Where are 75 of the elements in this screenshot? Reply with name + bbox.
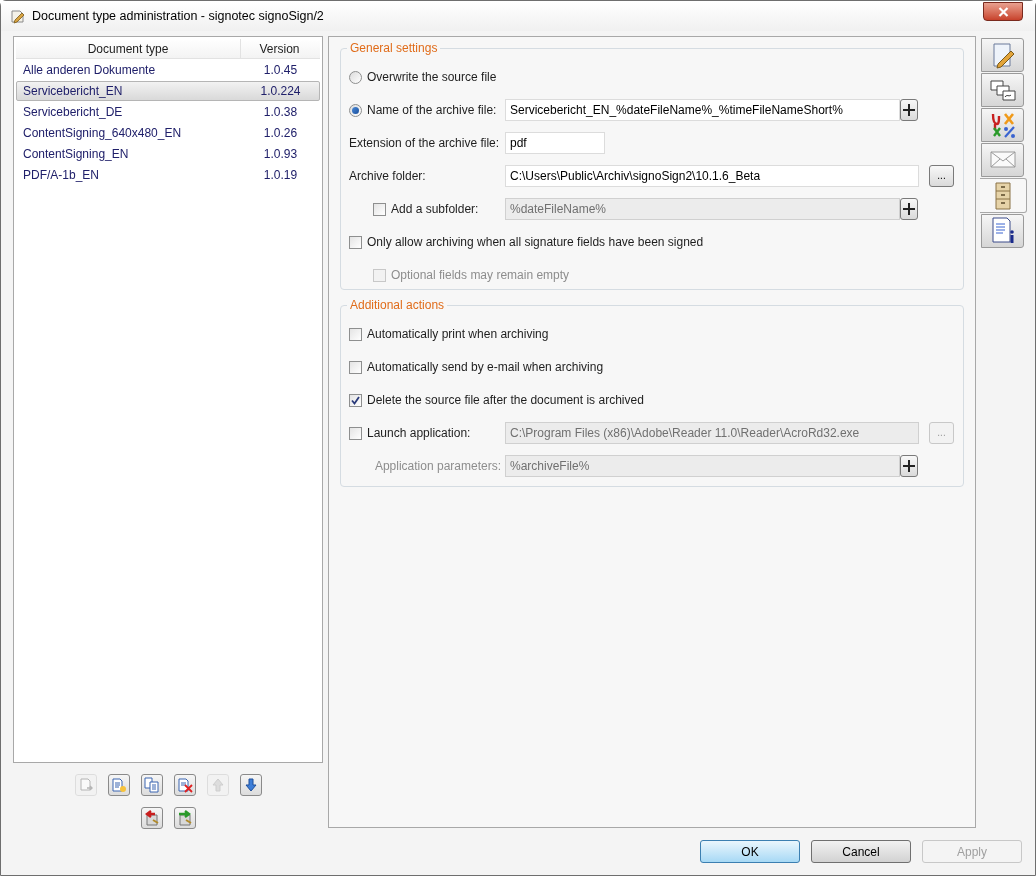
plus-icon	[903, 203, 915, 215]
document-name: ContentSigning_640x480_EN	[22, 125, 183, 142]
radio-button[interactable]	[349, 103, 362, 117]
radio-label: Name of the archive file:	[367, 102, 497, 119]
radio-button[interactable]	[349, 70, 362, 84]
list-row[interactable]: Servicebericht_EN 1.0.224	[16, 81, 320, 101]
column-header[interactable]: Document type	[16, 39, 241, 58]
close-icon	[997, 6, 1009, 17]
version-number: 1.0.224	[259, 83, 302, 100]
document-name: Alle anderen Dokumente	[22, 62, 157, 79]
group-title: General settings	[349, 40, 439, 57]
dialog-button[interactable]: OK	[700, 840, 800, 863]
checkbox[interactable]	[349, 426, 362, 440]
side-tab[interactable]	[981, 108, 1024, 142]
checkbox[interactable]	[349, 327, 362, 341]
column-header[interactable]: Version	[241, 39, 318, 58]
side-tab[interactable]	[981, 214, 1024, 248]
document-name: PDF/A-1b_EN	[22, 167, 101, 184]
checkbox-label: Only allow archiving when all signature fields have been signed	[367, 234, 704, 251]
list-row[interactable]: ContentSigning_640x480_EN 1.0.26	[16, 123, 320, 143]
side-tab[interactable]	[980, 178, 1027, 213]
delete-icon	[176, 777, 193, 793]
document-arrow-icon	[77, 777, 94, 793]
field-label: Extension of the archive file:	[349, 135, 500, 152]
arrow-down-button[interactable]	[239, 774, 262, 796]
export-icon	[176, 810, 193, 826]
side-tab[interactable]	[981, 38, 1024, 72]
text-field[interactable]: C:\Users\Public\Archiv\signoSign2\10.1.6_Beta	[505, 165, 919, 187]
checkbox-label: Optional fields may remain empty	[391, 267, 570, 284]
field-label: Archive folder:	[349, 168, 426, 185]
new-document-button[interactable]	[107, 774, 130, 796]
close-button[interactable]	[983, 2, 1023, 21]
checkbox[interactable]	[373, 202, 386, 216]
version-number: 1.0.38	[262, 104, 299, 121]
document-name: Servicebericht_DE	[22, 104, 124, 121]
field-label: Application parameters:	[374, 458, 502, 475]
group-title: Additional actions	[349, 297, 446, 314]
checkbox-label: Launch application:	[367, 425, 471, 442]
checkbox-label: Automatically print when archiving	[367, 326, 549, 343]
list-row[interactable]: Servicebericht_DE 1.0.38	[16, 102, 320, 122]
list-row[interactable]: Alle anderen Dokumente 1.0.45	[16, 60, 320, 80]
import-icon	[143, 810, 160, 826]
checkbox-label: Delete the source file after the document is archived	[367, 392, 644, 409]
dialog-button[interactable]: Cancel	[811, 840, 911, 863]
checkbox-label: Automatically send by e-mail when archiving	[367, 359, 604, 376]
side-tab[interactable]	[981, 73, 1024, 107]
checkbox[interactable]	[349, 360, 362, 374]
document-name: Servicebericht_EN	[22, 83, 124, 100]
plus-icon	[903, 104, 915, 116]
browse-button[interactable]: ...	[929, 165, 954, 187]
add-button[interactable]	[900, 99, 918, 121]
document-name: ContentSigning_EN	[22, 146, 130, 163]
radio-label: Overwrite the source file	[367, 69, 497, 86]
version-number: 1.0.45	[262, 62, 299, 79]
list-row[interactable]: ContentSigning_EN 1.0.93	[16, 144, 320, 164]
arrow-down-icon	[242, 777, 259, 793]
checkbox[interactable]	[349, 393, 362, 407]
checkbox-label: Add a subfolder:	[391, 201, 479, 218]
version-number: 1.0.93	[262, 146, 299, 163]
copy-icon	[143, 777, 160, 793]
version-number: 1.0.19	[262, 167, 299, 184]
version-number: 1.0.26	[262, 125, 299, 142]
checkbox[interactable]	[349, 235, 362, 249]
delete-button[interactable]	[173, 774, 196, 796]
window-title: Document type administration - signotec signoSign/2	[32, 7, 324, 25]
list-row[interactable]: PDF/A-1b_EN 1.0.19	[16, 165, 320, 185]
copy-button[interactable]	[140, 774, 163, 796]
plus-icon	[903, 460, 915, 472]
export-button[interactable]	[173, 807, 196, 829]
text-field[interactable]: pdf	[505, 132, 605, 154]
import-button[interactable]	[140, 807, 163, 829]
text-field[interactable]: Servicebericht_EN_%dateFileName%_%timeFileNameShort%	[505, 99, 900, 121]
side-tab[interactable]	[981, 143, 1024, 177]
new-document-icon	[110, 777, 127, 793]
app-icon	[10, 8, 26, 24]
